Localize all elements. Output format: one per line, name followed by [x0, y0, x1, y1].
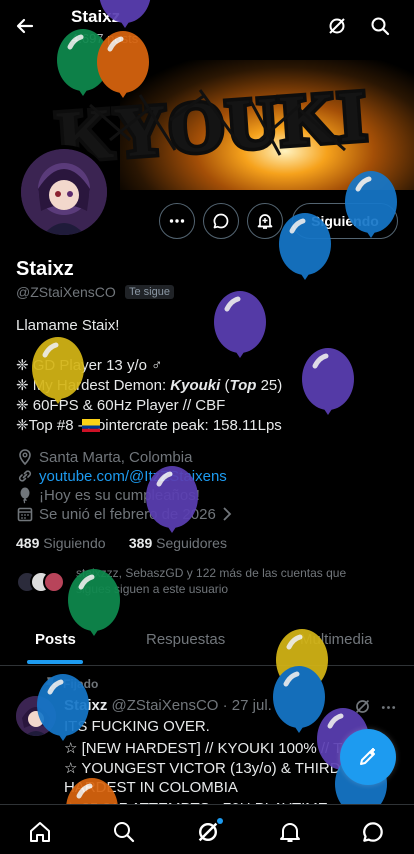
- messages-icon: [363, 822, 383, 842]
- known-followers-avatars[interactable]: [16, 571, 66, 593]
- tweet-more-icon[interactable]: [380, 699, 397, 716]
- followers-stat[interactable]: 389 Seguidores: [129, 535, 227, 551]
- tab-respuestas[interactable]: Respuestas: [146, 631, 225, 648]
- birthday-row: ¡Hoy es su cumpleaños!: [16, 486, 200, 504]
- bio-line-3: ❈ My Hardest Demon: Kyouki (Top 25): [16, 377, 283, 394]
- notify-bell-icon: [257, 214, 273, 229]
- tweet-avatar[interactable]: [16, 696, 56, 736]
- bio-demon-name: Kyouki: [170, 377, 221, 394]
- bio-demon-top: Top: [229, 377, 257, 394]
- follow-stats: 489 Siguiendo 389 Seguidores: [16, 535, 227, 551]
- notifications-icon: [280, 823, 300, 842]
- balloon-purple-mid: [214, 291, 266, 358]
- more-icon: [169, 219, 185, 223]
- bio-line-2: ❈ GD Player 13 y/o ♂: [16, 356, 162, 374]
- bio-demon-rank: 25): [256, 377, 283, 394]
- bio-line-1: Llamame Staix!: [16, 317, 120, 334]
- tweet-handle-date: @ZStaiXensCO · 27 jul.: [111, 697, 272, 714]
- profile-name: Staixz: [16, 258, 74, 280]
- tweet-line-2: ☆ [NEW HARDEST] // KYOUKI 100% // T: [64, 740, 343, 757]
- header-title: Staixz: [71, 7, 121, 26]
- nav-notifications[interactable]: [277, 819, 303, 845]
- back-arrow-icon: [16, 18, 34, 34]
- compose-icon: [360, 748, 375, 765]
- bio-line-4: ❈ 60FPS & 60Hz Player // CBF: [16, 397, 226, 414]
- link-icon: [18, 470, 32, 482]
- tweet-line-3: ☆ YOUNGEST VICTOR (13y/o) & THIRD: [64, 760, 341, 777]
- pin-icon: [45, 677, 56, 689]
- profile-avatar[interactable]: [17, 145, 111, 239]
- location-text: Santa Marta, Colombia: [39, 448, 193, 466]
- calendar-icon: [17, 507, 33, 522]
- notify-button[interactable]: [247, 203, 283, 239]
- top-bar: Staixz 4.697 posts: [0, 0, 414, 52]
- balloon-blue-lower: [273, 666, 325, 733]
- bottom-nav: [0, 804, 414, 854]
- search-icon: [371, 17, 390, 36]
- nav-search-icon: [114, 822, 135, 843]
- birthday-text: ¡Hoy es su cumpleaños!: [39, 486, 200, 504]
- location-icon: [19, 449, 31, 466]
- following-stat[interactable]: 489 Siguiendo: [16, 535, 106, 551]
- more-button[interactable]: [159, 203, 195, 239]
- known-followers-text[interactable]: staixzzz, SebaszGD y 122 más de las cuen…: [76, 565, 376, 597]
- compose-button[interactable]: [340, 729, 396, 785]
- nav-messages[interactable]: [360, 819, 386, 845]
- chevron-right-icon: [223, 507, 232, 521]
- grok-notification-dot: [217, 818, 223, 824]
- tweet-line-1: ITS FUCKING OVER.: [64, 718, 210, 735]
- nav-search[interactable]: [111, 819, 137, 845]
- tweet-avatar-image: [16, 696, 56, 736]
- grok-button[interactable]: [319, 8, 355, 44]
- message-icon: [213, 213, 229, 229]
- header-post-count: 4.697 posts: [71, 31, 139, 46]
- colombia-flag-icon: [82, 419, 100, 432]
- tab-multimedia[interactable]: Multimedia: [300, 631, 373, 648]
- profile-tabs: Posts Respuestas Multimedia: [0, 618, 414, 666]
- back-button[interactable]: [7, 8, 43, 44]
- pinned-label: Fijado: [63, 677, 99, 691]
- bio-hardest-label: ❈ My Hardest Demon:: [16, 377, 171, 394]
- balloon-purple-right: [302, 348, 354, 415]
- bio-top-text: ❈Top #8 - Pointercrate peak: 158.11Lps: [16, 417, 282, 434]
- location-row: Santa Marta, Colombia: [16, 448, 192, 466]
- grok-icon: [329, 18, 345, 34]
- joined-text: Se unió el febrero de 2026: [39, 505, 216, 523]
- nav-home[interactable]: [27, 819, 53, 845]
- search-button[interactable]: [362, 8, 398, 44]
- tab-indicator: [27, 660, 83, 664]
- joined-row[interactable]: Se unió el febrero de 2026: [16, 505, 232, 523]
- bio-player-text: ❈ GD Player 13 y/o ♂: [16, 357, 163, 374]
- website-link[interactable]: youtube.com/@ItzZStaixens: [39, 468, 227, 485]
- tweet-author[interactable]: Staixz: [64, 697, 107, 714]
- following-button[interactable]: Siguiendo: [292, 203, 398, 239]
- profile-handle: @ZStaiXensCO: [16, 284, 116, 300]
- follows-you-badge: Te sigue: [125, 285, 174, 299]
- nav-grok-icon: [198, 822, 218, 842]
- bio-line-5: ❈Top #8 - Pointercrate peak: 158.11Lps: [16, 416, 282, 434]
- tab-posts[interactable]: Posts: [35, 631, 76, 648]
- tweet-header: Staixz @ZStaiXensCO · 27 jul.: [64, 697, 272, 714]
- tweet-line-4: HARDEST IN COLOMBIA: [64, 779, 238, 796]
- message-button[interactable]: [203, 203, 239, 239]
- tweet-grok-icon[interactable]: [354, 698, 371, 715]
- website-row: youtube.com/@ItzZStaixens: [16, 467, 227, 485]
- home-icon: [30, 822, 50, 842]
- balloon-icon: [20, 487, 30, 504]
- banner-text-fill: KYOUKI: [54, 75, 371, 177]
- avatar-image: [21, 149, 107, 235]
